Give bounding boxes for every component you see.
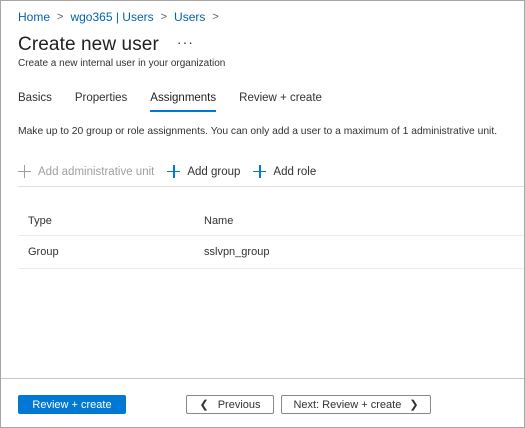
command-bar: Add administrative unit Add group Add ro…	[18, 165, 329, 178]
add-group-label: Add group	[187, 165, 241, 178]
assignment-info-text: Make up to 20 group or role assignments.…	[18, 126, 498, 137]
previous-button-label: Previous	[217, 398, 261, 411]
add-role-label: Add role	[273, 165, 317, 178]
cell-type: Group	[28, 246, 59, 258]
plus-icon	[18, 165, 31, 178]
wizard-tabs: Basics Properties Assignments Review + c…	[18, 92, 345, 112]
plus-icon	[167, 165, 181, 178]
chevron-right-icon: >	[57, 11, 64, 23]
chevron-right-icon: ❯	[409, 399, 419, 411]
page-subtitle: Create a new internal user in your organ…	[18, 58, 226, 69]
table-row[interactable]: Group sslvpn_group	[18, 236, 524, 269]
column-header-name[interactable]: Name	[194, 215, 394, 227]
plus-icon	[253, 165, 267, 178]
breadcrumb-users-link[interactable]: Users	[174, 10, 205, 24]
next-button-label: Next: Review + create	[293, 398, 402, 411]
assignments-table: Type Name Group sslvpn_group	[18, 206, 524, 269]
more-options-icon[interactable]: ···	[177, 34, 194, 50]
breadcrumb: Home > wgo365 | Users > Users >	[18, 10, 226, 24]
page-header: Create new user ···	[18, 34, 194, 56]
breadcrumb-tenant-users-link[interactable]: wgo365 | Users	[70, 10, 153, 24]
column-header-type[interactable]: Type	[18, 215, 194, 227]
window-frame: Home > wgo365 | Users > Users > Create n…	[0, 0, 525, 428]
command-bar-divider	[18, 186, 524, 187]
chevron-right-icon: >	[160, 11, 168, 23]
cell-name: sslvpn_group	[204, 246, 270, 258]
tab-review-create[interactable]: Review + create	[239, 92, 322, 110]
chevron-right-icon: >	[212, 11, 219, 23]
tab-properties[interactable]: Properties	[75, 92, 127, 110]
add-administrative-unit-button[interactable]: Add administrative unit	[18, 165, 154, 178]
tab-basics[interactable]: Basics	[18, 92, 52, 110]
review-create-button[interactable]: Review + create	[18, 395, 126, 414]
tab-assignments[interactable]: Assignments	[150, 92, 216, 112]
page-title: Create new user	[18, 34, 159, 55]
table-header-row: Type Name	[18, 206, 524, 236]
add-group-button[interactable]: Add group	[167, 165, 240, 178]
chevron-left-icon: ❮	[199, 399, 209, 411]
previous-button[interactable]: ❮ Previous	[186, 395, 274, 414]
add-administrative-unit-label: Add administrative unit	[38, 165, 155, 178]
add-role-button[interactable]: Add role	[253, 165, 316, 178]
footer-divider	[1, 378, 524, 379]
breadcrumb-home-link[interactable]: Home	[18, 10, 50, 24]
next-review-create-button[interactable]: Next: Review + create ❯	[281, 395, 431, 414]
